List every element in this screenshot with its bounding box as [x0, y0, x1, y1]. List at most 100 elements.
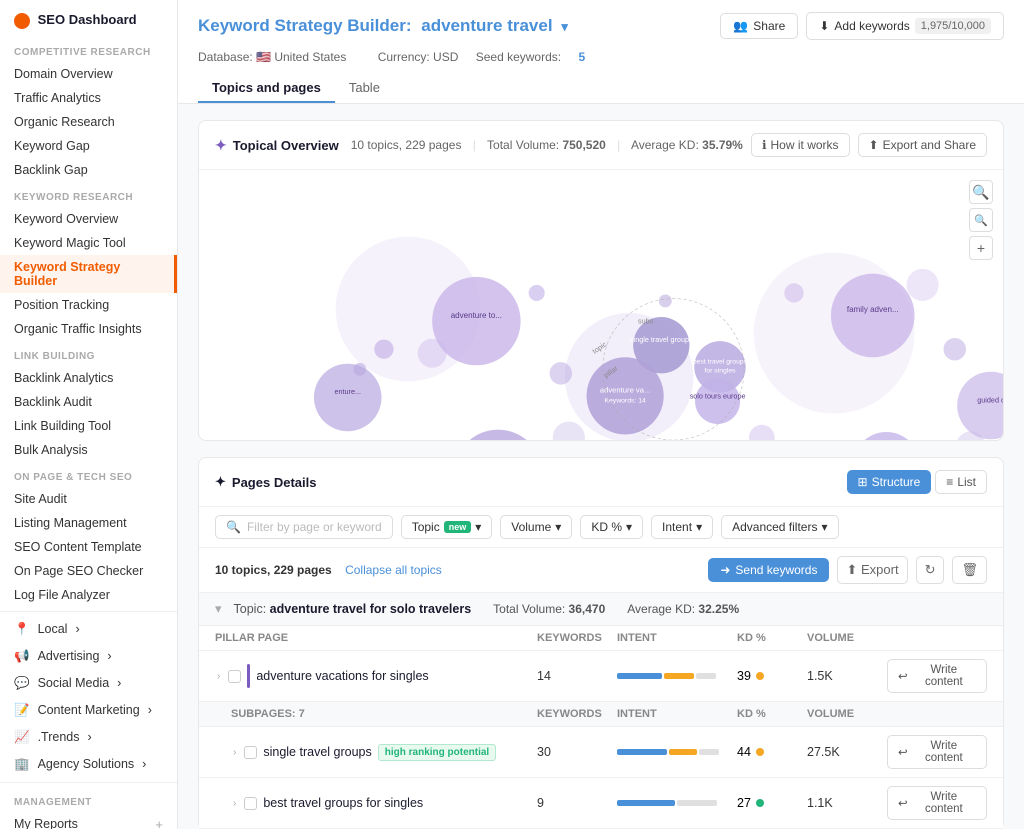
sidebar-item-organic-research[interactable]: Organic Research — [0, 110, 177, 134]
chevron-down-icon-topic[interactable]: ▾ — [215, 601, 222, 617]
advanced-filter-button[interactable]: Advanced filters ▾ — [721, 515, 838, 539]
plus-icon: ⬇ — [819, 19, 829, 33]
sub-col-actions — [887, 708, 987, 720]
refresh-icon: ↻ — [925, 562, 936, 577]
sidebar-group-advertising[interactable]: 📢 Advertising › — [0, 643, 177, 670]
sidebar-item-label: Bulk Analysis — [14, 443, 88, 457]
currency-label: Currency: USD — [378, 50, 459, 64]
share-button[interactable]: 👥 Share — [720, 13, 798, 39]
sidebar-item-listing-management[interactable]: Listing Management — [0, 511, 177, 535]
subpage-row-1: › single travel groups high ranking pote… — [199, 727, 1003, 778]
subpage-section-header: Subpages: 7 Keywords Intent KD % Volume — [199, 702, 1003, 727]
intent-seg-blue-1 — [617, 749, 667, 755]
topic-filter-button[interactable]: Topic new ▾ — [401, 515, 493, 539]
sidebar-item-keyword-gap[interactable]: Keyword Gap — [0, 134, 177, 158]
tab-topics-pages[interactable]: Topics and pages — [198, 74, 335, 103]
subpage-2-volume: 1.1K — [807, 796, 887, 810]
write-content-button-2[interactable]: ↩ Write content — [887, 786, 987, 820]
write-content-button-1[interactable]: ↩ Write content — [887, 735, 987, 769]
pillar-checkbox[interactable] — [228, 670, 241, 683]
sidebar-item-keyword-overview[interactable]: Keyword Overview — [0, 207, 177, 231]
add-report-icon[interactable]: + — [155, 817, 163, 829]
intent-seg-blue-2 — [617, 800, 675, 806]
list-view-button[interactable]: ≡ List — [935, 470, 987, 494]
filter-input[interactable]: 🔍 Filter by page or keyword — [215, 515, 393, 539]
sidebar-item-bulk-analysis[interactable]: Bulk Analysis — [0, 438, 177, 462]
zoom-in-icon: 🔍 — [972, 184, 989, 201]
zoom-out-button[interactable]: 🔍 — [969, 208, 993, 232]
pillar-accent — [247, 664, 250, 688]
topical-overview-title: ✦ Topical Overview 10 topics, 229 pages … — [215, 137, 743, 154]
zoom-controls: 🔍 🔍 + — [969, 180, 993, 260]
zoom-out-icon: 🔍 — [974, 214, 988, 227]
structure-view-button[interactable]: ⊞ Structure — [847, 470, 932, 494]
sidebar-group-social-media[interactable]: 💬 Social Media › — [0, 670, 177, 697]
chevron-right-icon: › — [148, 703, 152, 717]
sidebar-item-site-audit[interactable]: Site Audit — [0, 487, 177, 511]
volume-filter-button[interactable]: Volume ▾ — [500, 515, 572, 539]
trends-icon: 📈 — [14, 730, 30, 745]
page-title: Keyword Strategy Builder: adventure trav… — [198, 16, 568, 36]
send-keywords-button[interactable]: ➜ Send keywords — [708, 558, 829, 582]
expand-subpage-2-button[interactable]: › — [231, 796, 238, 811]
bubble-chart: adventure to... single travel groups bes… — [199, 170, 1003, 440]
sidebar-item-backlink-analytics[interactable]: Backlink Analytics — [0, 366, 177, 390]
delete-button[interactable]: 🗑 — [952, 556, 987, 584]
kd-filter-button[interactable]: KD % ▾ — [580, 515, 643, 539]
subpage-1-checkbox[interactable] — [244, 746, 257, 759]
sidebar-group-trends[interactable]: 📈 .Trends › — [0, 724, 177, 751]
sidebar-item-backlink-audit[interactable]: Backlink Audit — [0, 390, 177, 414]
sidebar-item-label: Traffic Analytics — [14, 91, 101, 105]
sidebar-item-traffic-analytics[interactable]: Traffic Analytics — [0, 86, 177, 110]
sidebar-item-log-file-analyzer[interactable]: Log File Analyzer — [0, 583, 177, 607]
collapse-link[interactable]: Collapse all topics — [345, 563, 442, 577]
subpage-row-2: › best travel groups for singles 9 27 1.… — [199, 778, 1003, 829]
sidebar-item-position-tracking[interactable]: Position Tracking — [0, 293, 177, 317]
export-button[interactable]: ⬆ Export — [837, 556, 907, 584]
sidebar-item-keyword-magic-tool[interactable]: Keyword Magic Tool — [0, 231, 177, 255]
chevron-right-icon: › — [142, 757, 146, 771]
sidebar-item-seo-content-template[interactable]: SEO Content Template — [0, 535, 177, 559]
sidebar-item-keyword-strategy-builder[interactable]: Keyword Strategy Builder — [0, 255, 177, 293]
main-content: Keyword Strategy Builder: adventure trav… — [178, 0, 1024, 829]
pages-details-header: ✦ Pages Details ⊞ Structure ≡ List — [199, 458, 1003, 506]
sidebar-item-on-page-seo-checker[interactable]: On Page SEO Checker — [0, 559, 177, 583]
sidebar: SEO Dashboard COMPETITIVE RESEARCH Domai… — [0, 0, 178, 829]
structure-icon: ⊞ — [858, 475, 868, 489]
expand-subpage-1-button[interactable]: › — [231, 745, 238, 760]
expand-pillar-button[interactable]: › — [215, 669, 222, 684]
sidebar-item-organic-traffic-insights[interactable]: Organic Traffic Insights — [0, 317, 177, 341]
sub-col-intent: Intent — [617, 708, 737, 720]
sidebar-item-link-building-tool[interactable]: Link Building Tool — [0, 414, 177, 438]
how-it-works-button[interactable]: ℹ How it works — [751, 133, 850, 157]
intent-filter-button[interactable]: Intent ▾ — [651, 515, 713, 539]
add-keywords-button[interactable]: ⬇ Add keywords 1,975/10,000 — [806, 12, 1004, 40]
sidebar-group-label: Local — [38, 622, 68, 636]
table-header: Pillar page Keywords Intent KD % Volume — [199, 626, 1003, 651]
tab-table[interactable]: Table — [335, 74, 394, 103]
local-icon: 📍 — [14, 622, 30, 637]
col-keywords: Keywords — [537, 632, 617, 644]
refresh-button[interactable]: ↻ — [916, 556, 945, 584]
export-icon: ⬆ — [846, 562, 857, 577]
expand-icon-button[interactable]: + — [969, 236, 993, 260]
sidebar-group-label: Agency Solutions — [38, 757, 135, 771]
svg-text:adventure to...: adventure to... — [451, 311, 502, 320]
export-share-button[interactable]: ⬆ Export and Share — [858, 133, 987, 157]
sidebar-item-backlink-gap[interactable]: Backlink Gap — [0, 158, 177, 182]
title-dropdown-icon[interactable]: ▾ — [561, 19, 568, 34]
sidebar-group-local[interactable]: 📍 Local › — [0, 616, 177, 643]
sidebar-item-label: Backlink Analytics — [14, 371, 113, 385]
ai-sparkle-icon: ✦ — [215, 137, 227, 154]
zoom-in-button[interactable]: 🔍 — [969, 180, 993, 204]
sidebar-item-my-reports[interactable]: My Reports + — [0, 812, 177, 829]
sidebar-group-content-marketing[interactable]: 📝 Content Marketing › — [0, 697, 177, 724]
sidebar-item-label: Keyword Strategy Builder — [14, 260, 160, 288]
sidebar-item-label: Log File Analyzer — [14, 588, 110, 602]
subpage-2-checkbox[interactable] — [244, 797, 257, 810]
sidebar-item-domain-overview[interactable]: Domain Overview — [0, 62, 177, 86]
agency-icon: 🏢 — [14, 757, 30, 772]
sidebar-group-agency-solutions[interactable]: 🏢 Agency Solutions › — [0, 751, 177, 778]
chevron-down-icon-2: ▾ — [555, 520, 561, 534]
write-content-button-pillar[interactable]: ↩ Write content — [887, 659, 987, 693]
